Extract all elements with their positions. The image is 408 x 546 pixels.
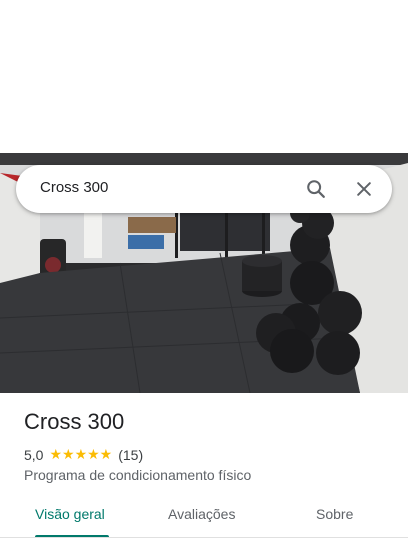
search-icon bbox=[307, 180, 325, 198]
map-top-area bbox=[0, 0, 408, 153]
place-title: Cross 300 bbox=[24, 409, 125, 434]
rating-row[interactable]: 5,0 ★★★★★ (15) bbox=[24, 446, 143, 463]
search-bar[interactable]: Cross 300 bbox=[16, 165, 392, 213]
tab-overview[interactable]: Visão geral bbox=[35, 506, 105, 522]
rating-value: 5,0 bbox=[24, 446, 44, 463]
close-icon bbox=[357, 182, 371, 196]
place-category[interactable]: Programa de condicionamento físico bbox=[24, 467, 251, 483]
review-count[interactable]: (15) bbox=[118, 447, 143, 463]
star-rating-icon: ★★★★★ bbox=[49, 446, 113, 462]
tab-bar: Visão geral Avaliações Sobre bbox=[0, 496, 408, 538]
tab-about[interactable]: Sobre bbox=[316, 506, 353, 522]
tab-divider bbox=[0, 537, 408, 538]
close-button[interactable] bbox=[350, 175, 378, 203]
tab-reviews[interactable]: Avaliações bbox=[168, 506, 235, 522]
search-input[interactable]: Cross 300 bbox=[40, 179, 108, 196]
search-button[interactable] bbox=[302, 175, 330, 203]
